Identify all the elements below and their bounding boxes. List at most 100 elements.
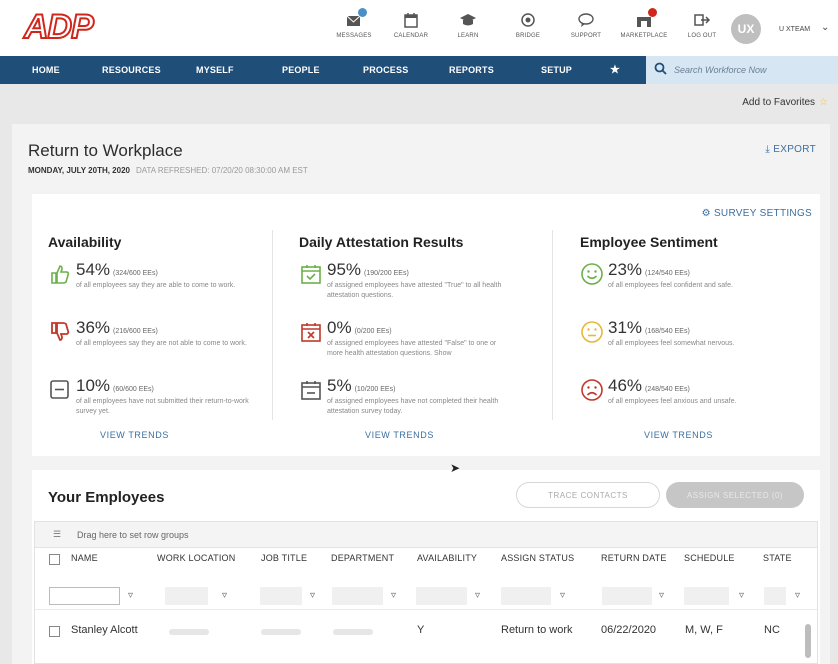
add-to-favorites-label: Add to Favorites	[742, 97, 816, 108]
top-header: ADP MESSAGES CALENDAR LEARN BRIDGE SUPPO…	[0, 0, 838, 56]
learn-button[interactable]: LEARN	[440, 12, 496, 39]
nav-people[interactable]: PEOPLE	[282, 56, 320, 84]
nav-home[interactable]: HOME	[32, 56, 60, 84]
stat-description: of assigned employees have attested "Fal…	[327, 340, 497, 357]
chevron-down-icon[interactable]: ⌄	[821, 22, 829, 33]
availability-view-trends-link[interactable]: VIEW TRENDS	[100, 430, 169, 440]
nav-process[interactable]: PROCESS	[363, 56, 408, 84]
filter-input[interactable]	[165, 587, 208, 605]
redacted-cell	[333, 629, 373, 635]
row-group-icon: ☰	[53, 529, 62, 539]
current-date: MONDAY, JULY 20TH, 2020	[28, 166, 130, 175]
select-all-checkbox[interactable]	[49, 554, 60, 565]
filter-funnel-icon[interactable]: ▿	[560, 590, 565, 601]
filter-input[interactable]	[260, 587, 302, 605]
employees-panel: Your Employees TRACE CONTACTS ASSIGN SEL…	[32, 470, 820, 664]
data-refreshed: DATA REFRESHED: 07/20/20 08:30:00 AM EST	[135, 166, 308, 175]
cell-availability: Y	[417, 624, 425, 636]
support-chat-icon	[577, 12, 595, 28]
marketplace-badge	[648, 8, 657, 17]
filter-funnel-icon[interactable]: ▿	[128, 590, 133, 601]
bridge-label: BRIDGE	[515, 33, 541, 39]
sentiment-view-trends-link[interactable]: VIEW TRENDS	[644, 430, 713, 440]
column-header-state[interactable]: STATE	[763, 553, 792, 563]
nav-reports[interactable]: REPORTS	[449, 56, 494, 84]
stats-panel: ⚙ SURVEY SETTINGS Availability 54% (324/6…	[32, 194, 820, 456]
assign-selected-button[interactable]: ASSIGN SELECTED (0)	[666, 482, 804, 508]
section-title: Availability	[48, 234, 122, 250]
row-group-drop-zone[interactable]: ☰ Drag here to set row groups	[35, 522, 817, 548]
name-filter-input[interactable]	[49, 587, 120, 605]
employees-grid: ☰ Drag here to set row groups NAME WORK …	[34, 521, 818, 664]
stat-percent: 0%	[327, 318, 352, 337]
filter-funnel-icon[interactable]: ▿	[391, 590, 396, 601]
availability-section: Availability 54% (324/600 EEs) of all emp…	[48, 234, 288, 424]
filter-funnel-icon[interactable]: ▿	[310, 590, 315, 601]
nav-favorites-star-icon[interactable]: ★	[610, 56, 620, 84]
messages-button[interactable]: MESSAGES	[326, 8, 382, 39]
sad-face-icon	[580, 378, 604, 402]
add-to-favorites-link[interactable]: Add to Favorites ☆	[742, 97, 828, 108]
survey-settings-button[interactable]: ⚙ SURVEY SETTINGS	[702, 208, 812, 219]
filter-input[interactable]	[416, 587, 467, 605]
cell-state: NC	[764, 624, 780, 636]
marketplace-label: MARKETPLACE	[620, 33, 668, 39]
column-header-schedule[interactable]: SCHEDULE	[684, 553, 735, 563]
redacted-cell	[169, 629, 209, 635]
column-header-return-date[interactable]: RETURN DATE	[601, 553, 667, 563]
redacted-cell	[261, 629, 301, 635]
calendar-button[interactable]: CALENDAR	[383, 12, 439, 39]
export-button[interactable]: ⤓ EXPORT	[765, 144, 816, 155]
filter-funnel-icon[interactable]: ▿	[659, 590, 664, 601]
stat-percent: 23%	[608, 260, 643, 279]
section-title: Employee Sentiment	[580, 234, 718, 250]
section-divider	[552, 230, 553, 420]
filter-input[interactable]	[501, 587, 551, 605]
column-header-job-title[interactable]: JOB TITLE	[261, 553, 307, 563]
column-header-availability[interactable]: AVAILABILITY	[417, 553, 477, 563]
return-to-workplace-card: Return to Workplace MONDAY, JULY 20TH, 2…	[12, 124, 830, 664]
nav-setup[interactable]: SETUP	[541, 56, 572, 84]
column-header-name[interactable]: NAME	[71, 553, 98, 563]
vertical-scrollbar[interactable]	[805, 624, 811, 658]
stat-count: (124/540 EEs)	[645, 270, 690, 277]
main-nav: HOME RESOURCES MYSELF PEOPLE PROCESS REP…	[0, 56, 838, 84]
logout-button[interactable]: LOG OUT	[674, 12, 730, 39]
attestation-view-trends-link[interactable]: VIEW TRENDS	[365, 430, 434, 440]
stat-percent: 5%	[327, 376, 352, 395]
column-header-work-location[interactable]: WORK LOCATION	[157, 553, 235, 563]
cell-name: Stanley Alcott	[71, 624, 138, 636]
filter-funnel-icon[interactable]: ▿	[222, 590, 227, 601]
filter-funnel-icon[interactable]: ▿	[475, 590, 480, 601]
search-input[interactable]	[674, 62, 832, 78]
filter-input[interactable]	[602, 587, 652, 605]
filter-input[interactable]	[332, 587, 383, 605]
filter-funnel-icon[interactable]: ▿	[795, 590, 800, 601]
column-header-department[interactable]: DEPARTMENT	[331, 553, 394, 563]
user-avatar[interactable]: UX	[731, 14, 761, 44]
marketplace-button[interactable]: MARKETPLACE	[616, 8, 672, 39]
bridge-button[interactable]: BRIDGE	[500, 12, 556, 39]
filter-funnel-icon[interactable]: ▿	[739, 590, 744, 601]
nav-resources[interactable]: RESOURCES	[102, 56, 161, 84]
table-row[interactable]: Stanley Alcott Y Return to work 06/22/20…	[35, 616, 817, 646]
stat-count: (10/200 EEs)	[354, 386, 396, 393]
column-header-assign-status[interactable]: ASSIGN STATUS	[501, 553, 574, 563]
calendar-label: CALENDAR	[393, 33, 429, 39]
nav-myself[interactable]: MYSELF	[196, 56, 234, 84]
row-checkbox[interactable]	[49, 626, 60, 637]
search-icon[interactable]	[654, 62, 667, 78]
adp-logo[interactable]: ADP	[23, 7, 95, 47]
user-name[interactable]: U XTEAM	[779, 26, 810, 33]
support-button[interactable]: SUPPORT	[558, 12, 614, 39]
gear-icon: ⚙	[701, 208, 711, 219]
stat-item: 36% (216/600 EEs) of all employees say th…	[48, 318, 288, 366]
trace-contacts-button[interactable]: TRACE CONTACTS	[516, 482, 660, 508]
stat-percent: 10%	[76, 376, 111, 395]
filter-input[interactable]	[764, 587, 786, 605]
filter-input[interactable]	[684, 587, 729, 605]
calendar-icon	[402, 12, 420, 28]
stat-count: (190/200 EEs)	[364, 270, 409, 277]
survey-settings-label: SURVEY SETTINGS	[713, 208, 812, 219]
search-box	[646, 56, 838, 84]
